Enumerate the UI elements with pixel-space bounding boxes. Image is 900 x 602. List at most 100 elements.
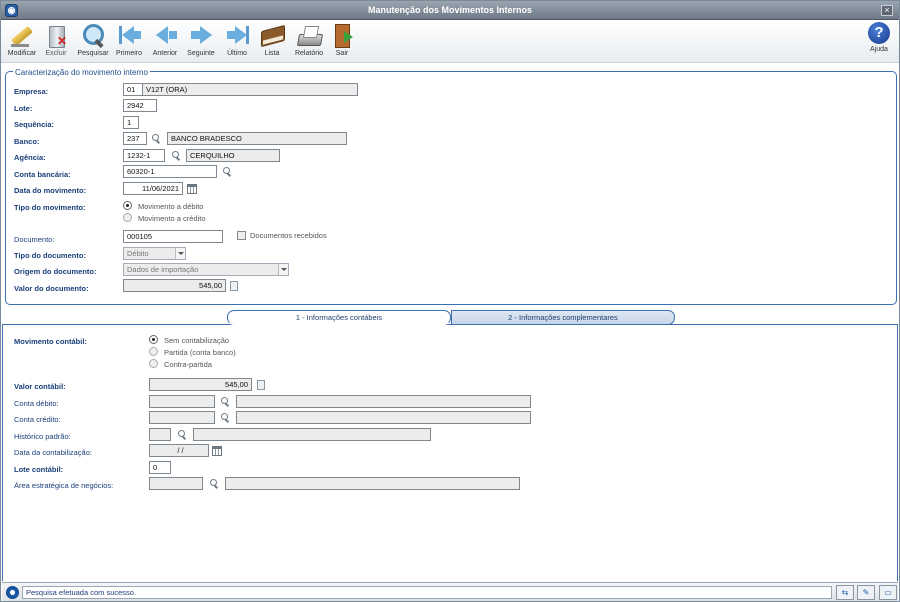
agencia-search-icon[interactable] — [172, 151, 181, 160]
link-icon[interactable]: ⇆ — [836, 585, 854, 600]
tipo-documento-label: Tipo do documento: — [14, 251, 86, 260]
help-icon: ? — [868, 22, 890, 44]
agencia-code-field[interactable]: 1232-1 — [123, 149, 165, 162]
conta-credito-name-field — [236, 411, 531, 424]
last-record-icon — [224, 22, 250, 48]
conta-debito-search-icon[interactable] — [221, 397, 230, 406]
calculator-icon[interactable] — [230, 281, 238, 291]
chat-icon[interactable]: ▭ — [879, 585, 897, 600]
exit-button[interactable]: Sair — [322, 22, 362, 62]
conta-credito-label: Conta crédito: — [14, 415, 61, 424]
lote-label: Lote: — [14, 104, 33, 113]
tab-informacoes-contabeis[interactable]: 1 - Informações contábeis — [227, 310, 451, 325]
origem-documento-label: Origem do documento: — [14, 267, 97, 276]
sequencia-field[interactable]: 1 — [123, 116, 139, 129]
area-estrategica-name-field — [225, 477, 520, 490]
list-button[interactable]: Lista — [252, 22, 292, 62]
valor-documento-field: 545,00 — [123, 279, 226, 292]
valor-documento-label: Valor do documento: — [14, 284, 89, 293]
radio-contra-partida[interactable] — [149, 359, 158, 368]
area-search-icon[interactable] — [210, 479, 219, 488]
area-estrategica-code-field — [149, 477, 203, 490]
radio-partida[interactable] — [149, 347, 158, 356]
list-label: Lista — [264, 50, 280, 57]
tab-panel — [2, 325, 898, 581]
radio-debito-label: Movimento a débito — [138, 202, 204, 211]
search-button[interactable]: Pesquisar — [73, 22, 113, 62]
main-window: ◉ Manutenção dos Movimentos Internos × M… — [0, 0, 900, 602]
valor-contabil-label: Valor contábil: — [14, 382, 66, 391]
banco-name-field: BANCO BRADESCO — [167, 132, 347, 145]
last-label: Último — [227, 50, 247, 57]
next-button[interactable]: Seguinte — [181, 22, 221, 62]
origem-documento-select[interactable]: Dados de importação — [123, 263, 289, 276]
banco-code-field[interactable]: 237 — [123, 132, 147, 145]
conta-credito-search-icon[interactable] — [221, 413, 230, 422]
status-icon — [6, 586, 19, 599]
conta-label: Conta bancária: — [14, 170, 71, 179]
exit-label: Sair — [335, 50, 349, 57]
trash-icon — [43, 22, 69, 48]
documentos-recebidos-label: Documentos recebidos — [250, 231, 327, 240]
window-title: Manutenção dos Movimentos Internos — [367, 5, 533, 15]
calculator-icon[interactable] — [257, 380, 265, 390]
calendar-icon[interactable] — [187, 184, 197, 194]
chevron-down-icon — [278, 264, 288, 275]
previous-arrow-icon — [152, 22, 178, 48]
delete-button[interactable]: Excluir — [36, 22, 76, 62]
tipo-documento-select[interactable]: Débito — [123, 247, 186, 260]
data-contabilizacao-label: Data da contabilização: — [14, 448, 92, 457]
documento-field[interactable]: 000105 — [123, 230, 223, 243]
search-icon — [80, 22, 106, 48]
documento-label: Documento: — [14, 235, 55, 244]
historico-search-icon[interactable] — [178, 430, 187, 439]
delete-label: Excluir — [45, 50, 67, 57]
valor-contabil-field: 545,00 — [149, 378, 252, 391]
lote-contabil-label: Lote contábil: — [14, 465, 64, 474]
radio-partida-label: Partida (conta banco) — [164, 348, 236, 357]
movimento-contabil-label: Movimento contábil: — [14, 337, 87, 346]
tab-informacoes-complementares[interactable]: 2 - Informações complementares — [451, 310, 675, 325]
banco-search-icon[interactable] — [152, 134, 161, 143]
empresa-label: Empresa: — [14, 87, 49, 96]
data-contabilizacao-field: / / — [149, 444, 209, 457]
toolbar: Modificar Excluir Pesquisar Primeiro Ant… — [1, 20, 899, 63]
radio-sem-contabilizacao-label: Sem contabilização — [164, 336, 230, 345]
help-label: Ajuda — [870, 46, 888, 53]
banco-label: Banco: — [14, 137, 40, 146]
pencil-icon — [9, 22, 35, 48]
exit-door-icon — [329, 22, 355, 48]
conta-debito-name-field — [236, 395, 531, 408]
radio-debito[interactable] — [123, 201, 132, 210]
documentos-recebidos-checkbox[interactable] — [237, 231, 246, 240]
area-estrategica-label: Área estratégica de negócios: — [14, 481, 114, 490]
first-button[interactable]: Primeiro — [109, 22, 149, 62]
radio-sem-contabilizacao[interactable] — [149, 335, 158, 344]
tipo-movimento-label: Tipo do movimento: — [14, 203, 86, 212]
notes-icon[interactable]: ✎ — [857, 585, 875, 600]
data-movimento-label: Data do movimento: — [14, 186, 87, 195]
last-button[interactable]: Último — [217, 22, 257, 62]
sequencia-label: Sequência: — [14, 120, 55, 129]
conta-search-icon[interactable] — [223, 167, 232, 176]
origem-documento-value: Dados de importação — [127, 265, 199, 274]
help-button[interactable]: ? Ajuda — [859, 22, 899, 62]
radio-credito[interactable] — [123, 213, 132, 222]
agencia-name-field: CERQUILHO — [186, 149, 280, 162]
conta-field[interactable]: 60320-1 — [123, 165, 217, 178]
radio-contra-partida-label: Contra-partida — [164, 360, 212, 369]
calendar-icon[interactable] — [212, 446, 222, 456]
lote-field[interactable]: 2942 — [123, 99, 157, 112]
close-button[interactable]: × — [881, 5, 893, 16]
historico-padrao-label: Histórico padrão: — [14, 432, 71, 441]
first-record-icon — [116, 22, 142, 48]
next-label: Seguinte — [187, 50, 215, 57]
data-movimento-field[interactable]: 11/06/2021 — [123, 182, 183, 195]
book-icon — [259, 22, 285, 48]
conta-credito-code-field — [149, 411, 215, 424]
tipo-documento-value: Débito — [127, 249, 149, 258]
lote-contabil-field[interactable]: 0 — [149, 461, 171, 474]
empresa-code-field[interactable]: 01 — [123, 83, 143, 96]
next-arrow-icon — [188, 22, 214, 48]
previous-button[interactable]: Anterior — [145, 22, 185, 62]
